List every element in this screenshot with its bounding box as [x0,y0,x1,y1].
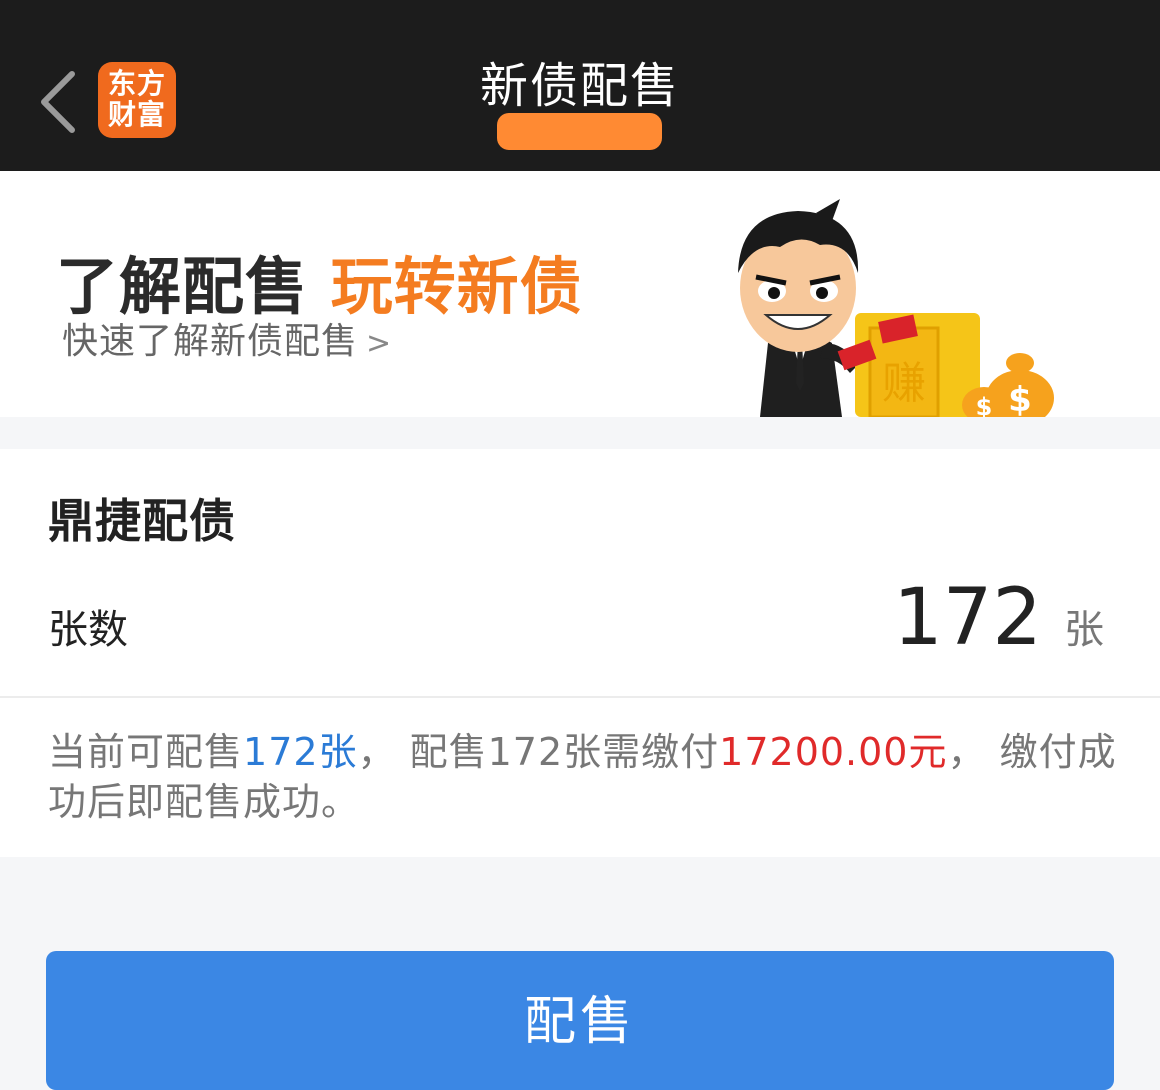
promo-banner[interactable]: 了解配售 玩转新债 快速了解新债配售 > 赚 $ $ [0,171,1160,417]
quantity-unit: 张 [1064,607,1104,653]
svg-text:$: $ [1008,380,1032,417]
note-part1: 当前可配售 [48,730,244,774]
bond-name: 鼎捷配债 [48,494,236,548]
businessman-illustration: 赚 $ $ [738,199,1054,417]
note-available: 172张 [243,730,358,774]
allotment-card: 鼎捷配债 张数 172 张 当前可配售172张， 配售172张需缴付17200.… [0,449,1160,857]
banner-subtitle-text: 快速了解新债配售 [62,321,359,362]
nav-header: 东方 财富 新债配售 [0,0,1160,171]
divider [0,696,1160,698]
banner-subtitle-link[interactable]: 快速了解新债配售 > [62,312,392,364]
svg-text:$: $ [976,393,993,417]
chevron-right-icon: > [366,326,393,361]
note-part2: ， 配售172张需缴付 [357,730,720,774]
allot-button[interactable]: 配售 [46,951,1114,1090]
quantity-value: 172 [893,573,1042,663]
quantity-label: 张数 [48,607,128,653]
note-amount: 17200.00元 [719,730,948,774]
allotment-note: 当前可配售172张， 配售172张需缴付17200.00元， 缴付成功后即配售成… [48,727,1118,827]
page-title: 新债配售 [479,58,680,114]
safe-label: 赚 [882,358,926,409]
title-indicator-pill [497,113,662,150]
